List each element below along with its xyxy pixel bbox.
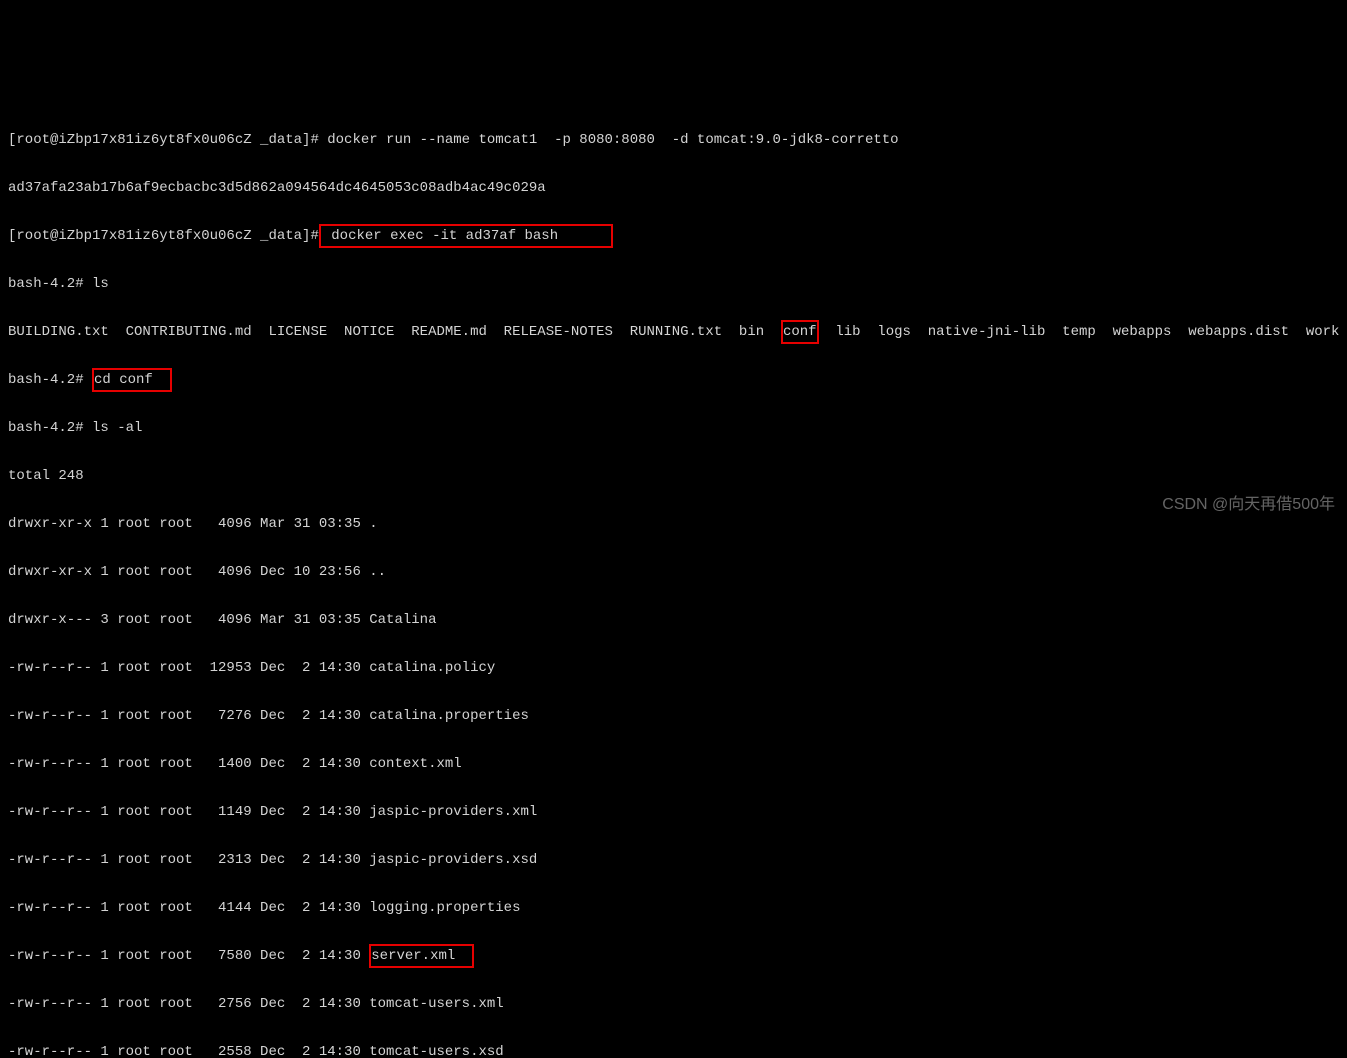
highlight-server-xml: server.xml [369, 944, 474, 968]
list-item: drwxr-xr-x 1 root root 4096 Dec 10 23:56… [8, 560, 1339, 584]
cmd-cd-conf: bash-4.2# cd conf [8, 368, 1339, 392]
list-item: -rw-r--r-- 1 root root 7276 Dec 2 14:30 … [8, 704, 1339, 728]
perm-size-date: -rw-r--r-- 1 root root 7580 Dec 2 14:30 [8, 948, 369, 964]
list-item: -rw-r--r-- 1 root root 1149 Dec 2 14:30 … [8, 800, 1339, 824]
highlight-conf: conf [781, 320, 819, 344]
cmd-ls: bash-4.2# ls [8, 272, 1339, 296]
watermark: CSDN @向天再借500年 [1162, 493, 1335, 517]
list-item: -rw-r--r-- 1 root root 2756 Dec 2 14:30 … [8, 992, 1339, 1016]
total: total 248 [8, 464, 1339, 488]
list-item-server-xml: -rw-r--r-- 1 root root 7580 Dec 2 14:30 … [8, 944, 1339, 968]
list-item: -rw-r--r-- 1 root root 12953 Dec 2 14:30… [8, 656, 1339, 680]
cmd-docker-run: [root@iZbp17x81iz6yt8fx0u06cZ _data]# do… [8, 128, 1339, 152]
list-item: drwxr-xr-x 1 root root 4096 Mar 31 03:35… [8, 512, 1339, 536]
container-id: ad37afa23ab17b6af9ecbacbc3d5d862a094564d… [8, 176, 1339, 200]
list-item: -rw-r--r-- 1 root root 1400 Dec 2 14:30 … [8, 752, 1339, 776]
highlight-docker-exec: docker exec -it ad37af bash [319, 224, 613, 248]
list-item: -rw-r--r-- 1 root root 2313 Dec 2 14:30 … [8, 848, 1339, 872]
prompt: [root@iZbp17x81iz6yt8fx0u06cZ _data]# [8, 228, 319, 244]
highlight-cd-conf: cd conf [92, 368, 172, 392]
cmd-ls-al: bash-4.2# ls -al [8, 416, 1339, 440]
ls-post: lib logs native-jni-lib temp webapps web… [819, 324, 1340, 340]
cmd-docker-exec: [root@iZbp17x81iz6yt8fx0u06cZ _data]# do… [8, 224, 1339, 248]
list-item: -rw-r--r-- 1 root root 2558 Dec 2 14:30 … [8, 1040, 1339, 1058]
list-item: drwxr-x--- 3 root root 4096 Mar 31 03:35… [8, 608, 1339, 632]
ls-output: BUILDING.txt CONTRIBUTING.md LICENSE NOT… [8, 320, 1339, 344]
prompt: bash-4.2# [8, 372, 92, 388]
terminal[interactable]: [root@iZbp17x81iz6yt8fx0u06cZ _data]# do… [8, 104, 1339, 1058]
list-item: -rw-r--r-- 1 root root 4144 Dec 2 14:30 … [8, 896, 1339, 920]
ls-pre: BUILDING.txt CONTRIBUTING.md LICENSE NOT… [8, 324, 781, 340]
